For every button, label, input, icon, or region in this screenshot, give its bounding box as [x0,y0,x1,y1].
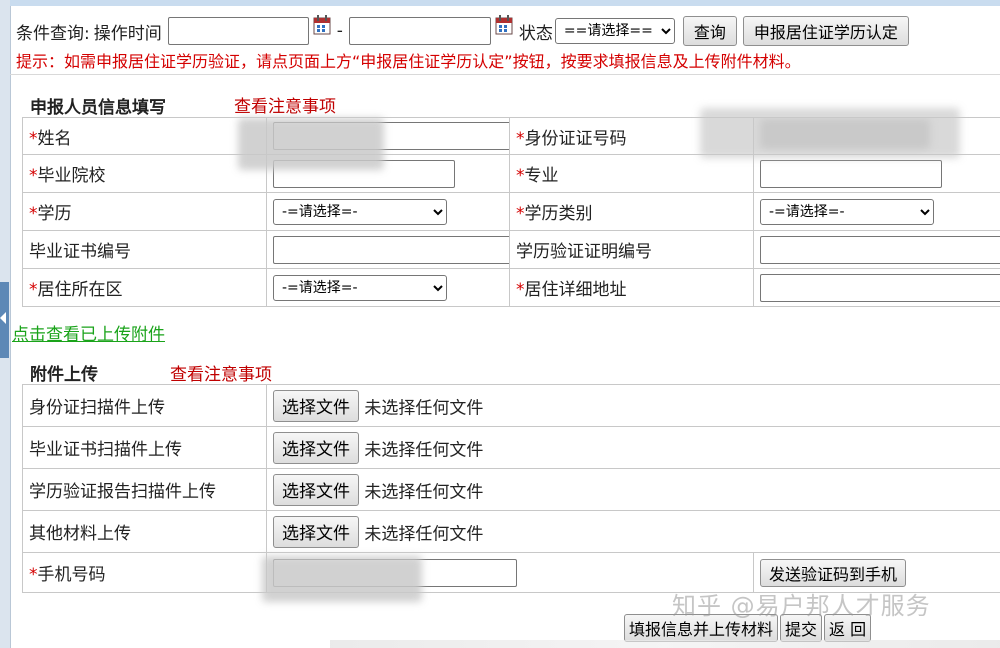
tip-text: 提示：如需申报居住证学历验证，请点页面上方“申报居住证学历认定”按钮，按要求填报… [16,52,801,71]
left-sidebar-strip [0,0,11,648]
education-type-select[interactable]: -=请选择=- [760,198,934,225]
major-cell [753,154,1000,193]
attach-label-3: 学历验证报告扫描件上传 [22,468,267,511]
end-date-input[interactable] [348,17,491,45]
education-type-label: *学历类别 [509,192,754,231]
choose-file-button[interactable]: 选择文件 [273,515,359,548]
no-file-text: 未选择任何文件 [364,398,484,418]
verification-label: 学历验证证明编号 [509,230,754,269]
school-label: *毕业院校 [22,154,267,193]
attachment-section-title: 附件上传 [30,365,98,385]
attach-label-2: 毕业证书扫描件上传 [22,426,267,469]
query-label: 条件查询: [16,23,90,44]
watermark: 知乎 @易户邦人才服务 [672,592,931,620]
phone-label: *手机号码 [22,552,267,593]
attachment-notes-link[interactable]: 查看注意事项 [170,360,272,385]
attachment-table: 身份证扫描件上传 选择文件 未选择任何文件 毕业证书扫描件上传 选择文件 未选择… [22,384,1000,593]
redacted-name [238,118,384,170]
certificate-input[interactable] [273,235,509,264]
name-label: *姓名 [22,117,267,155]
query-bar: 条件查询: 操作时间 - 状态 ==请选择== 查询 申报居住证学历认定 [16,14,909,48]
major-label: *专业 [509,154,754,193]
collapse-sidebar-handle[interactable] [0,282,9,358]
education-select[interactable]: -=请选择=- [273,198,447,225]
attach-cell-4: 选择文件 未选择任何文件 [266,510,1000,553]
education-label: *学历 [22,192,267,231]
education-cell: -=请选择=- [266,192,510,231]
certificate-cell [266,230,510,269]
district-cell: -=请选择=- [266,268,510,307]
attach-label-1: 身份证扫描件上传 [22,384,267,427]
start-date-input[interactable] [167,17,309,45]
apply-education-button[interactable]: 申报居住证学历认定 [742,16,909,46]
calendar-icon[interactable] [495,15,513,35]
cut-off-text-row [330,640,1000,648]
redacted-phone [262,556,422,602]
top-border [10,0,1000,6]
address-label: *居住详细地址 [509,268,754,307]
redacted-id-glow [700,108,960,158]
date-range-dash: - [336,21,343,41]
district-select[interactable]: -=请选择=- [273,274,447,301]
education-type-cell: -=请选择=- [753,192,1000,231]
attach-cell-1: 选择文件 未选择任何文件 [266,384,1000,427]
status-select[interactable]: ==请选择== [554,18,675,44]
attach-cell-2: 选择文件 未选择任何文件 [266,426,1000,469]
send-code-button[interactable]: 发送验证码到手机 [760,558,907,587]
person-section-title: 申报人员信息填写 [30,98,166,118]
search-button[interactable]: 查询 [682,16,737,46]
certificate-label: 毕业证书编号 [22,230,267,269]
view-uploaded-link[interactable]: 点击查看已上传附件 [12,320,165,345]
divider [10,74,1000,75]
major-input[interactable] [760,159,942,188]
no-file-text: 未选择任何文件 [364,524,484,544]
status-label: 状态 [518,23,553,44]
no-file-text: 未选择任何文件 [364,482,484,502]
verification-input[interactable] [760,235,1000,264]
choose-file-button[interactable]: 选择文件 [273,473,359,506]
person-notes-link[interactable]: 查看注意事项 [234,92,336,117]
verification-cell [753,230,1000,269]
choose-file-button[interactable]: 选择文件 [273,431,359,464]
attach-label-4: 其他材料上传 [22,510,267,553]
choose-file-button[interactable]: 选择文件 [273,389,359,422]
address-input[interactable] [760,273,1000,302]
calendar-icon[interactable] [313,15,331,35]
chevron-left-icon [0,312,6,324]
no-file-text: 未选择任何文件 [364,440,484,460]
operation-time-label: 操作时间 [93,23,162,44]
address-cell [753,268,1000,307]
district-label: *居住所在区 [22,268,267,307]
attach-cell-3: 选择文件 未选择任何文件 [266,468,1000,511]
